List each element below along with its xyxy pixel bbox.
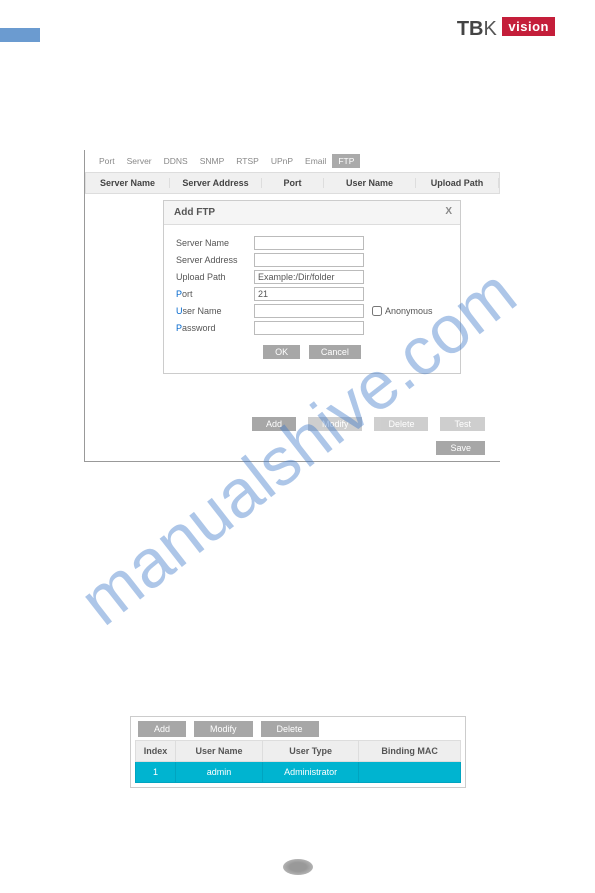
input-server-name[interactable] [254, 236, 364, 250]
dialog-title: Add FTP X [164, 201, 460, 225]
label-upload-path: Upload Path [176, 272, 254, 282]
tab-ftp[interactable]: FTP [332, 154, 360, 168]
th-upload-path: Upload Path [416, 178, 499, 188]
input-password[interactable] [254, 321, 364, 335]
table-header-row: Index User Name User Type Binding MAC [136, 741, 461, 762]
tab-snmp[interactable]: SNMP [194, 154, 231, 168]
user-config-panel: Add Modify Delete Index User Name User T… [130, 716, 466, 788]
tab-port[interactable]: Port [93, 154, 121, 168]
header-accent [0, 28, 40, 42]
table-row[interactable]: 1 admin Administrator [136, 762, 461, 783]
th-port: Port [262, 178, 324, 188]
cell-username: admin [176, 762, 263, 783]
tab-email[interactable]: Email [299, 154, 332, 168]
save-button[interactable]: Save [436, 441, 485, 455]
user-table: Index User Name User Type Binding MAC 1 … [135, 740, 461, 783]
user-modify-button[interactable]: Modify [194, 721, 253, 737]
ftp-settings-panel: Port Server DDNS SNMP RTSP UPnP Email FT… [84, 150, 500, 462]
label-server-address: Server Address [176, 255, 254, 265]
modify-button[interactable]: Modify [308, 417, 363, 431]
input-user-name[interactable] [254, 304, 364, 318]
ftp-table-header: Server Name Server Address Port User Nam… [85, 172, 500, 194]
cancel-button[interactable]: Cancel [309, 345, 361, 359]
add-ftp-dialog: Add FTP X Server Name Server Address Upl… [163, 200, 461, 374]
anonymous-checkbox[interactable]: Anonymous [372, 306, 433, 316]
th-usertype: User Type [263, 741, 359, 762]
th-server-name: Server Name [86, 178, 170, 188]
label-password: Password [176, 323, 254, 333]
th-index: Index [136, 741, 176, 762]
input-upload-path[interactable] [254, 270, 364, 284]
add-button[interactable]: Add [252, 417, 296, 431]
input-server-address[interactable] [254, 253, 364, 267]
tab-rtsp[interactable]: RTSP [230, 154, 265, 168]
delete-button[interactable]: Delete [374, 417, 428, 431]
user-add-button[interactable]: Add [138, 721, 186, 737]
brand-logo: TBK vision [457, 18, 555, 41]
tab-upnp[interactable]: UPnP [265, 154, 299, 168]
label-port: Port [176, 289, 254, 299]
cell-index: 1 [136, 762, 176, 783]
user-delete-button[interactable]: Delete [261, 721, 319, 737]
th-user-name: User Name [324, 178, 416, 188]
page-number-badge [283, 859, 313, 875]
input-port[interactable] [254, 287, 364, 301]
cell-binding [359, 762, 461, 783]
close-icon[interactable]: X [445, 206, 452, 217]
tab-bar: Port Server DDNS SNMP RTSP UPnP Email FT… [93, 154, 500, 168]
label-user-name: User Name [176, 306, 254, 316]
th-server-address: Server Address [170, 178, 262, 188]
th-binding: Binding MAC [359, 741, 461, 762]
ftp-action-bar: Add Modify Delete Test [249, 417, 488, 431]
ok-button[interactable]: OK [263, 345, 300, 359]
tab-server[interactable]: Server [121, 154, 158, 168]
test-button[interactable]: Test [440, 417, 485, 431]
label-server-name: Server Name [176, 238, 254, 248]
tab-ddns[interactable]: DDNS [158, 154, 194, 168]
th-username: User Name [176, 741, 263, 762]
cell-usertype: Administrator [263, 762, 359, 783]
